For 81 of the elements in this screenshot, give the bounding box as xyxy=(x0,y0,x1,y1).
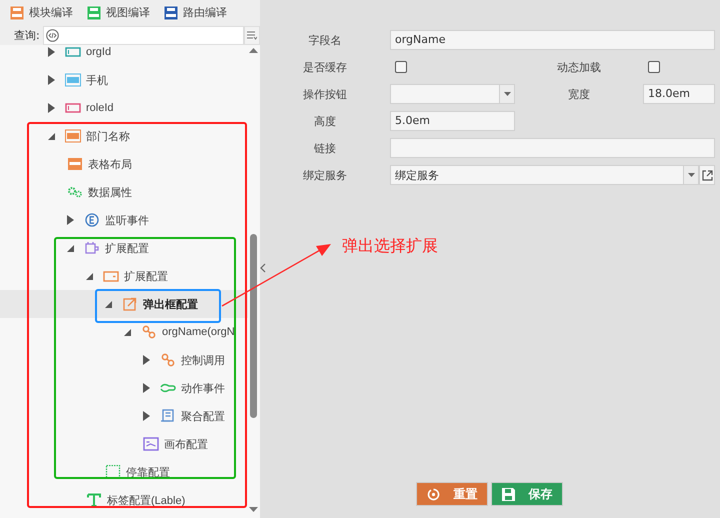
tree-item[interactable]: 动作事件 xyxy=(181,380,225,396)
input-field[interactable]: orgName xyxy=(390,30,715,50)
field-label: 高度 xyxy=(313,114,337,128)
code-icon xyxy=(46,28,59,42)
tree-item[interactable]: orgName(orgN xyxy=(162,326,235,338)
dropdown-field[interactable] xyxy=(390,84,515,104)
annotation-text: 弹出选择扩展 xyxy=(342,236,438,257)
menu-icon xyxy=(247,30,258,40)
tree-item[interactable]: orgId xyxy=(86,46,112,58)
expand-arrow-icon[interactable] xyxy=(48,75,55,85)
tree-item[interactable]: 监听事件 xyxy=(105,212,149,228)
field-label: 链接 xyxy=(313,140,337,156)
tree-item[interactable]: 画布配置 xyxy=(164,436,208,452)
open-external-button[interactable] xyxy=(699,165,715,185)
collapse-arrow-icon[interactable] xyxy=(86,272,93,280)
field-label: 字段名 xyxy=(308,32,342,48)
input-field[interactable]: 5.0em xyxy=(390,111,515,131)
toolbar-button[interactable]: 模块编译 xyxy=(10,5,73,20)
input-field[interactable]: 18.0em xyxy=(643,84,715,104)
tree-item[interactable]: 控制调用 xyxy=(181,352,225,368)
scroll-down-icon[interactable] xyxy=(248,507,258,512)
tree-item[interactable]: 表格布局 xyxy=(88,156,132,172)
expand-arrow-icon[interactable] xyxy=(143,383,150,393)
text-field-icon xyxy=(65,129,81,143)
tree-item[interactable]: 部门名称 xyxy=(86,128,130,144)
field-label: 绑定服务 xyxy=(302,168,348,182)
collapse-arrow-icon[interactable] xyxy=(67,244,74,252)
expand-arrow-icon[interactable] xyxy=(48,47,55,57)
tree-item[interactable]: 标签配置(Lable) xyxy=(107,492,186,508)
dropdown-caret-icon xyxy=(504,92,510,96)
collapse-arrow-icon[interactable] xyxy=(105,300,112,308)
toolbar-button[interactable]: 路由编译 xyxy=(164,5,227,20)
layout-icon xyxy=(10,6,24,20)
dropdown-field[interactable]: 绑定服务 xyxy=(390,165,699,185)
reset-icon xyxy=(426,488,440,500)
letter-t-icon xyxy=(86,493,102,507)
input-field-icon xyxy=(65,45,81,59)
field-label: 操作按钮 xyxy=(302,86,348,102)
search-label: 查询: xyxy=(14,28,41,42)
table-layout-icon xyxy=(67,157,83,171)
chain-link-icon xyxy=(141,325,157,339)
expand-arrow-icon[interactable] xyxy=(143,355,150,365)
search-field[interactable] xyxy=(42,26,244,44)
expand-arrow-icon[interactable] xyxy=(67,215,74,225)
toolbar-button[interactable]: 视图编译 xyxy=(87,5,150,20)
collapse-panel-icon[interactable] xyxy=(260,263,266,273)
checkbox[interactable] xyxy=(395,61,407,73)
tree-item[interactable]: 手机 xyxy=(86,72,108,88)
field-label: 动态加载 xyxy=(556,60,602,74)
collapse-arrow-icon[interactable] xyxy=(124,328,131,336)
list-menu-button[interactable] xyxy=(244,26,260,44)
expand-arrow-icon[interactable] xyxy=(48,103,55,113)
dropdown-caret-icon xyxy=(688,173,694,177)
tree-item[interactable]: 数据属性 xyxy=(88,184,132,200)
canvas-icon xyxy=(143,437,159,451)
scrollbar-thumb[interactable] xyxy=(250,234,256,418)
tree-item[interactable]: 弹出框配置 xyxy=(143,296,198,312)
tree-item[interactable]: 扩展配置 xyxy=(105,240,149,256)
input-field[interactable] xyxy=(390,138,715,158)
scroll-icon xyxy=(160,409,176,423)
gears-icon xyxy=(67,185,83,199)
panel-icon xyxy=(103,269,119,283)
field-label: 是否缓存 xyxy=(302,60,348,74)
input-field-icon xyxy=(65,101,81,115)
scroll-up-icon[interactable] xyxy=(248,48,258,53)
layout-icon xyxy=(164,6,178,20)
field-label: 宽度 xyxy=(567,86,591,102)
plugin-icon xyxy=(84,241,100,255)
tree-item[interactable]: 聚合配置 xyxy=(181,408,225,424)
chain-link-icon xyxy=(160,353,176,367)
layout-icon xyxy=(87,6,101,20)
tree-item[interactable]: 扩展配置 xyxy=(124,268,168,284)
collapse-arrow-icon[interactable] xyxy=(48,132,55,140)
text-field-icon xyxy=(65,73,81,87)
letter-e-icon xyxy=(84,213,100,227)
popup-icon xyxy=(122,297,138,311)
checkbox[interactable] xyxy=(648,61,660,73)
expand-arrow-icon[interactable] xyxy=(143,411,150,421)
external-link-icon xyxy=(702,170,712,180)
tree-item[interactable]: roleId xyxy=(86,102,114,114)
tree-item[interactable]: 停靠配置 xyxy=(126,464,170,480)
